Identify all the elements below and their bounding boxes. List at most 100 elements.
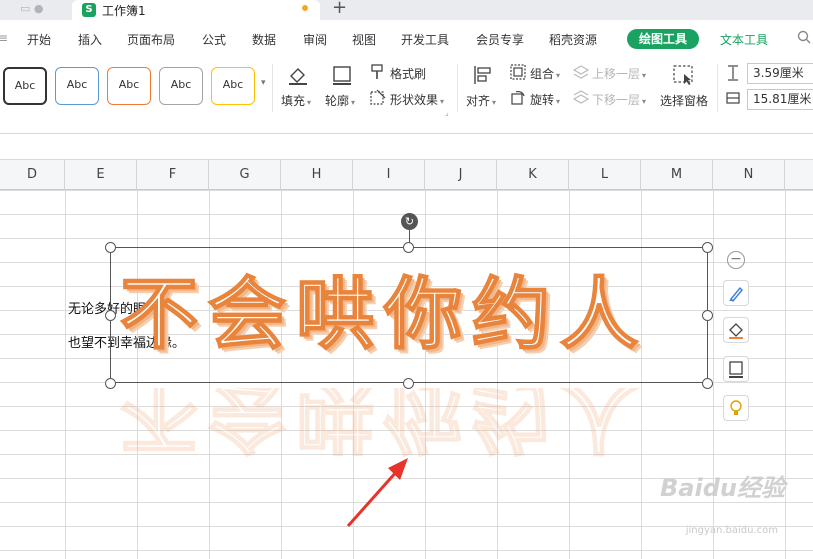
outline-icon — [729, 361, 743, 378]
menu-insert[interactable]: 插入 — [78, 31, 102, 48]
menu-bar: ≡ 开始 插入 页面布局 公式 数据 审阅 视图 开发工具 会员专享 稻壳资源 … — [0, 20, 813, 58]
column-header-m[interactable]: M — [641, 160, 713, 190]
unsaved-dot-icon — [302, 5, 308, 11]
wordart-text[interactable]: 不会哄你约人 — [119, 252, 700, 364]
style-preset-label: Abc — [222, 78, 244, 91]
menu-docer-resources[interactable]: 稻壳资源 — [549, 31, 597, 48]
resize-handle-bottom[interactable] — [403, 378, 414, 389]
dialog-launcher-icon[interactable]: ⌟ — [445, 108, 449, 117]
align-icon[interactable] — [472, 64, 494, 89]
column-header-k[interactable]: K — [497, 160, 569, 190]
red-arrow-annotation — [346, 458, 408, 527]
fill-bucket-icon[interactable] — [287, 64, 309, 89]
resize-handle-bottom-left[interactable] — [105, 378, 116, 389]
style-preset-label: Abc — [66, 78, 88, 91]
divider — [457, 64, 458, 112]
ribbon-toolbar: Abc Abc Abc Abc Abc ▾ 填充 ▾ 轮廓 ▾ 格式刷 形状效果 ▾ … — [0, 58, 813, 120]
resize-handle-left[interactable] — [105, 310, 116, 321]
format-painter-button[interactable]: 格式刷 — [390, 65, 426, 82]
width-icon — [726, 90, 740, 109]
outline-icon[interactable] — [331, 64, 353, 89]
format-painter-icon[interactable] — [370, 64, 384, 83]
column-header-g[interactable]: G — [209, 160, 281, 190]
smart-tip-button[interactable] — [723, 395, 749, 421]
shape-outline-button[interactable] — [723, 356, 749, 382]
shape-width-input[interactable]: 15.81厘米 — [747, 89, 813, 110]
bring-forward-label: 上移一层 — [592, 67, 641, 81]
rotate-label: 旋转 — [530, 93, 555, 107]
resize-handle-top-left[interactable] — [105, 242, 116, 253]
shape-height-input[interactable]: 3.59厘米 — [747, 63, 813, 84]
send-backward-icon[interactable] — [572, 90, 590, 107]
baidu-watermark-url: jingyan.baidu.com — [685, 525, 778, 536]
column-header-i[interactable]: I — [353, 160, 425, 190]
group-icon[interactable] — [510, 64, 526, 83]
style-preset-1[interactable]: Abc — [3, 67, 47, 105]
outline-button[interactable]: 轮廓 ▾ — [325, 92, 355, 109]
style-brush-button[interactable] — [723, 280, 749, 306]
rotate-button[interactable]: 旋转 ▾ — [530, 91, 560, 108]
column-header-n[interactable]: N — [713, 160, 785, 190]
resize-handle-right[interactable] — [702, 310, 713, 321]
menu-data[interactable]: 数据 — [252, 31, 276, 48]
style-preset-label: Abc — [170, 78, 192, 91]
menu-overflow-icon[interactable]: ≡ — [0, 31, 8, 45]
baidu-watermark-logo: Baidu经验 — [660, 474, 785, 502]
menu-developer[interactable]: 开发工具 — [401, 31, 449, 48]
shape-effects-button[interactable]: 形状效果 ▾ — [390, 91, 444, 108]
document-tab[interactable]: S 工作簿1 — [72, 0, 320, 20]
bring-forward-icon[interactable] — [572, 65, 590, 82]
lightbulb-icon — [730, 400, 742, 415]
selection-pane-icon[interactable] — [672, 64, 694, 89]
outline-label: 轮廓 — [325, 94, 350, 108]
style-preset-5[interactable]: Abc — [211, 67, 255, 105]
style-preset-4[interactable]: Abc — [159, 67, 203, 105]
tab-text-tools[interactable]: 文本工具 — [720, 31, 768, 48]
column-header-row: D E F G H I J K L M N — [0, 160, 813, 190]
fill-label: 填充 — [281, 94, 306, 108]
group-button[interactable]: 组合 ▾ — [530, 65, 560, 82]
spreadsheet-icon: S — [82, 3, 96, 17]
formula-bar[interactable] — [0, 134, 813, 160]
column-header-j[interactable]: J — [425, 160, 497, 190]
column-header-h[interactable]: H — [281, 160, 353, 190]
title-tab-bar: ▭ ● S 工作簿1 + — [0, 0, 813, 20]
selection-pane-button[interactable]: 选择窗格 — [660, 92, 708, 109]
column-header-f[interactable]: F — [137, 160, 209, 190]
collapse-minus-icon[interactable]: − — [727, 251, 745, 269]
send-backward-label: 下移一层 — [592, 93, 641, 107]
menu-view[interactable]: 视图 — [352, 31, 376, 48]
shape-effects-label: 形状效果 — [390, 93, 439, 107]
brush-icon — [729, 286, 743, 303]
bring-forward-button[interactable]: 上移一层 ▾ — [592, 65, 646, 82]
tab-drawing-tools[interactable]: 绘图工具 — [627, 29, 699, 49]
send-backward-button[interactable]: 下移一层 ▾ — [592, 91, 646, 108]
menu-review[interactable]: 审阅 — [303, 31, 327, 48]
style-gallery-expand-icon[interactable]: ▾ — [261, 78, 266, 88]
shape-fill-button[interactable] — [723, 317, 749, 343]
ribbon-gap — [0, 120, 813, 134]
resize-handle-top[interactable] — [403, 242, 414, 253]
search-icon[interactable] — [797, 30, 811, 48]
column-header-d[interactable]: D — [0, 160, 65, 190]
style-preset-2[interactable]: Abc — [55, 67, 99, 105]
resize-handle-top-right[interactable] — [702, 242, 713, 253]
column-header-l[interactable]: L — [569, 160, 641, 190]
menu-member[interactable]: 会员专享 — [476, 31, 524, 48]
menu-formula[interactable]: 公式 — [202, 31, 226, 48]
window-icons: ▭ ● — [20, 2, 44, 15]
style-preset-label: Abc — [118, 78, 140, 91]
rotate-handle-icon[interactable]: ↻ — [401, 213, 418, 230]
shape-effects-icon[interactable] — [370, 89, 386, 108]
document-title: 工作簿1 — [102, 4, 146, 18]
style-preset-3[interactable]: Abc — [107, 67, 151, 105]
menu-start[interactable]: 开始 — [27, 31, 51, 48]
align-button[interactable]: 对齐 ▾ — [466, 92, 496, 109]
resize-handle-bottom-right[interactable] — [702, 378, 713, 389]
new-tab-plus-icon[interactable]: + — [332, 0, 347, 18]
fill-button[interactable]: 填充 ▾ — [281, 92, 311, 109]
rotate-icon[interactable] — [510, 89, 526, 108]
column-header-e[interactable]: E — [65, 160, 137, 190]
divider — [717, 64, 718, 112]
menu-page-layout[interactable]: 页面布局 — [127, 31, 175, 48]
